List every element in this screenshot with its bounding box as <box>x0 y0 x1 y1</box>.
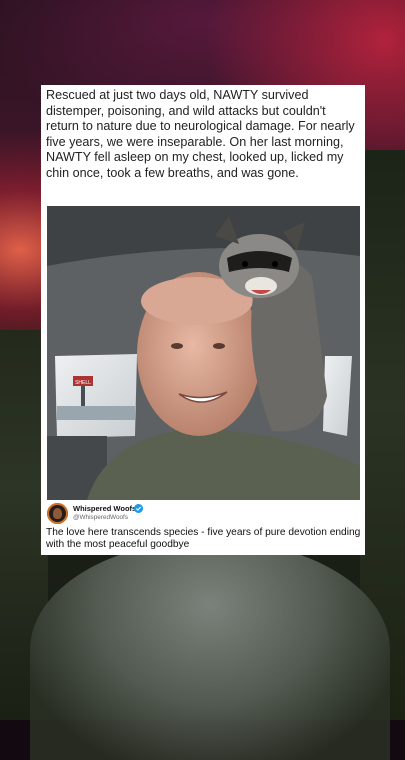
raccoon-avatar-icon <box>53 508 62 519</box>
post-caption: Rescued at just two days old, NAWTY surv… <box>46 88 355 180</box>
verified-badge-icon <box>134 504 143 513</box>
sign-text: SHELL <box>75 380 91 386</box>
distant-building <box>57 406 135 420</box>
raccoon-eye-right <box>272 261 278 267</box>
car-window-left <box>55 354 137 438</box>
post-text: The love here transcends species - five … <box>46 527 361 550</box>
eye-right <box>213 343 225 349</box>
car-window-right <box>323 356 352 436</box>
account-handle[interactable]: @WhisperedWoofs <box>73 514 128 521</box>
avatar[interactable] <box>47 503 68 524</box>
account-name[interactable]: Whispered Woofs <box>73 504 136 513</box>
background-mound <box>30 540 390 760</box>
raccoon-eye-left <box>242 261 248 267</box>
post-card: Rescued at just two days old, NAWTY surv… <box>41 85 365 555</box>
photo-illustration: SHELL <box>47 206 360 500</box>
post-photo: SHELL <box>47 206 360 500</box>
eye-left <box>171 343 183 349</box>
